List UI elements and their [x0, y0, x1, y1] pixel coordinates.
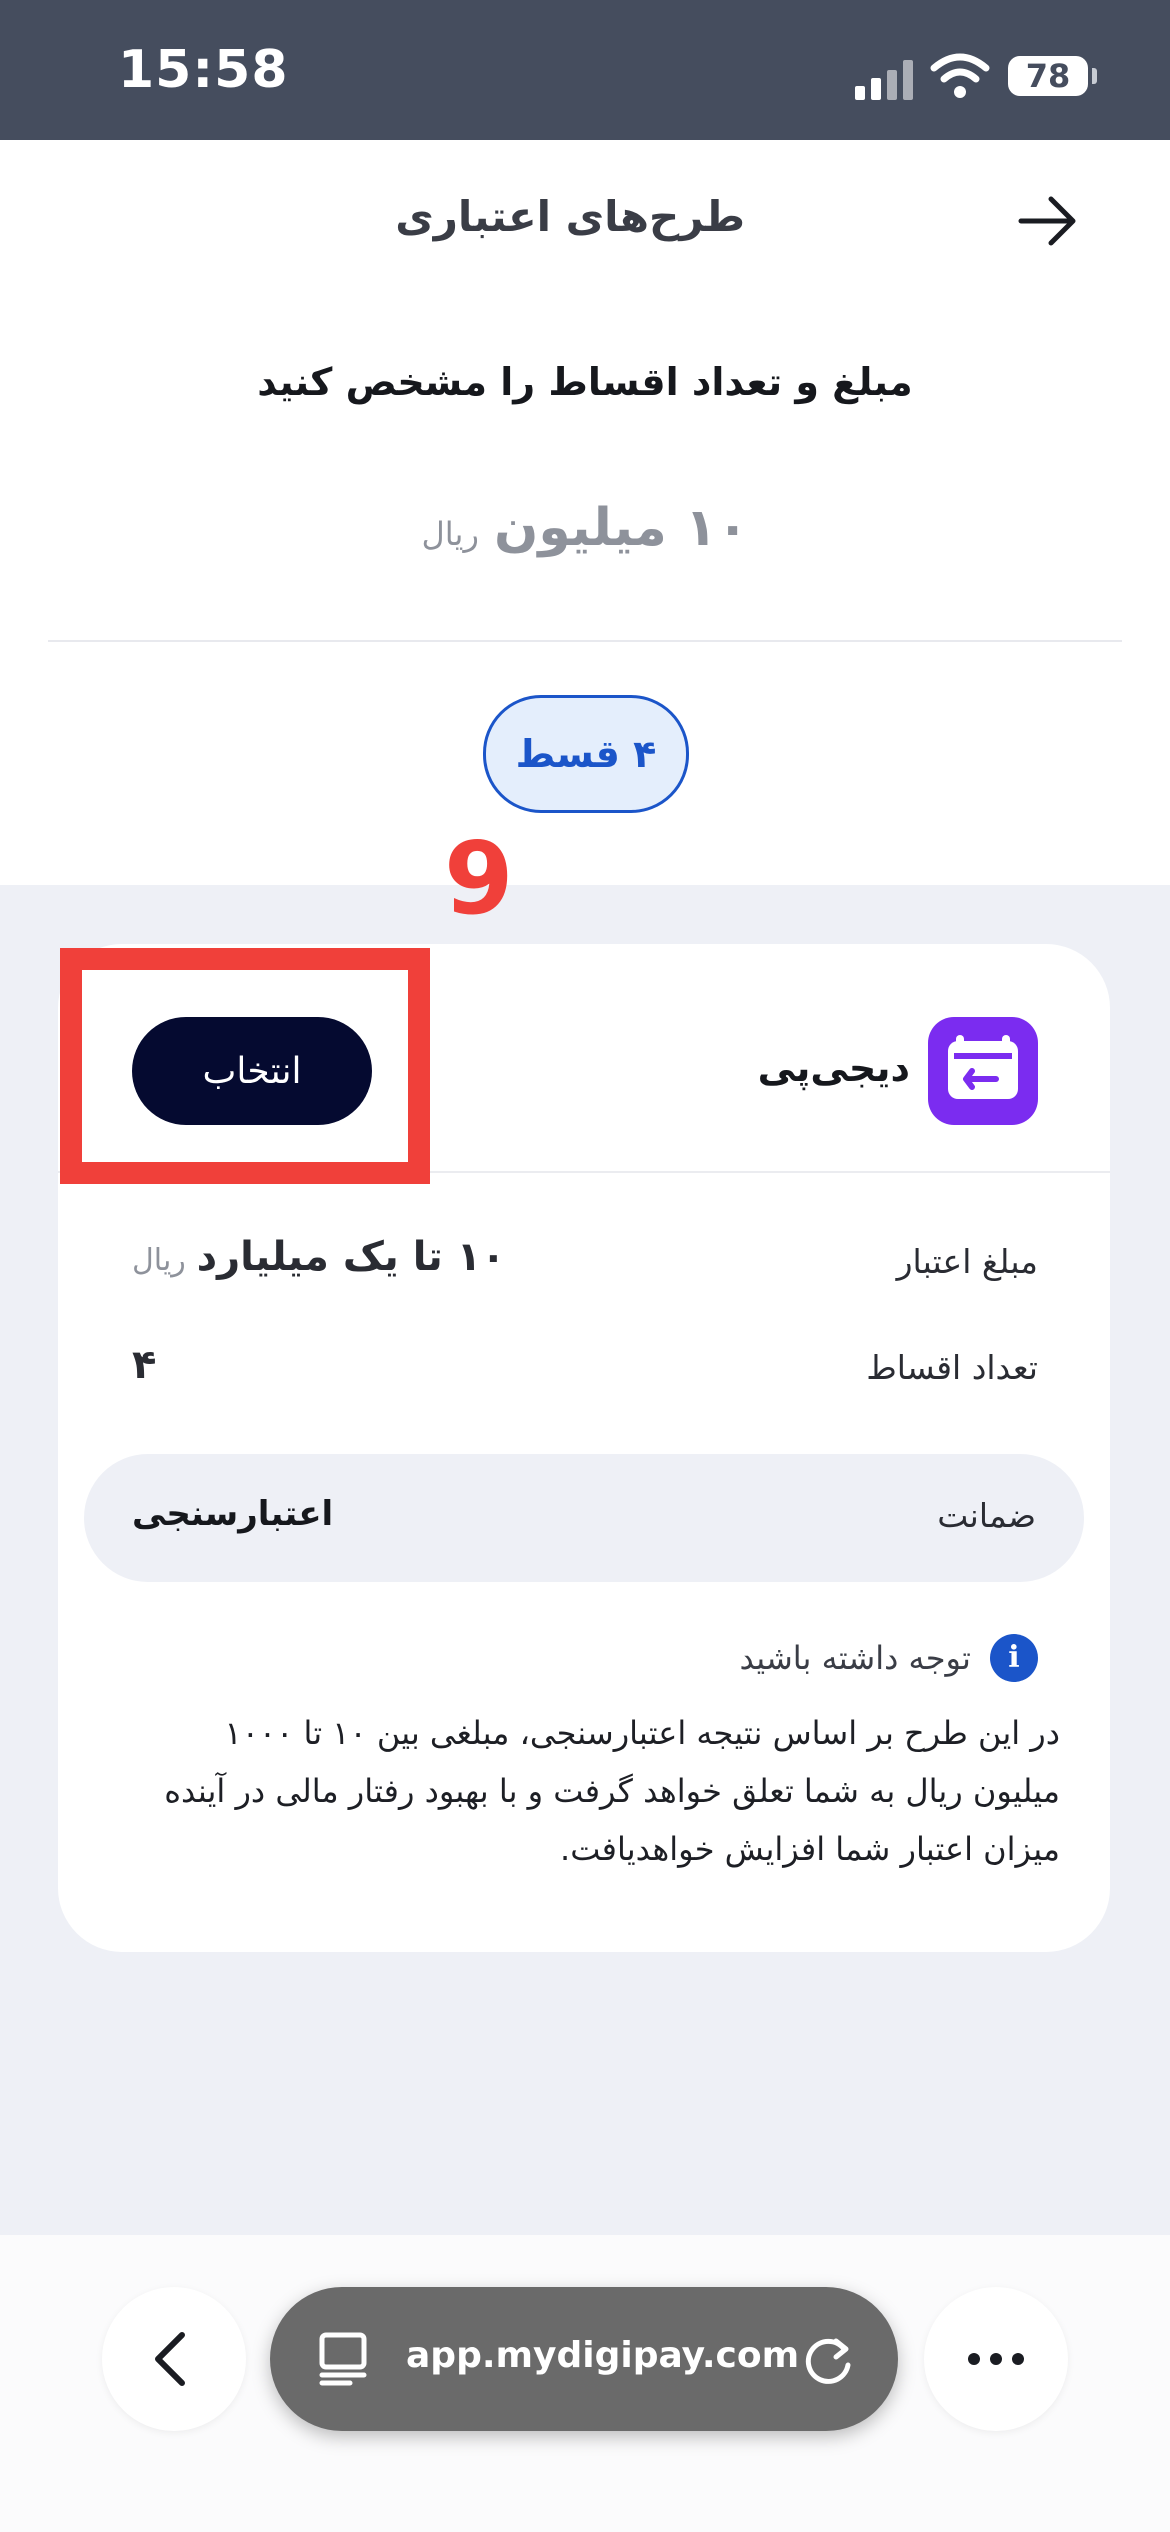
brand-name: دیجی‌پی [757, 1046, 910, 1090]
more-icon [968, 2353, 1024, 2365]
page-title: طرح‌های اعتباری [395, 192, 745, 241]
reload-icon[interactable] [800, 2331, 858, 2389]
annotation-step-number: 9 [444, 820, 514, 937]
divider [48, 640, 1122, 642]
credit-amount-range: ۱۰ تا یک میلیارد [196, 1234, 506, 1280]
chevron-left-icon [155, 2332, 185, 2386]
installments-chip[interactable]: ۴ قسط [483, 695, 689, 813]
status-bar: 15:58 78 [0, 0, 1170, 140]
amount-value: ۱۰ میلیون [494, 498, 749, 558]
info-icon: i [990, 1634, 1038, 1682]
tabs-icon[interactable] [314, 2329, 374, 2389]
guarantee-value: اعتبارسنجی [132, 1494, 334, 1534]
url-text: app.mydigipay.com [406, 2335, 800, 2376]
installments-count-label: تعداد اقساط [866, 1348, 1038, 1387]
section-subtitle: مبلغ و تعداد اقساط را مشخص کنید [257, 360, 913, 404]
note-body: در این طرح بر اساس نتیجه اعتبارسنجی، مبل… [164, 1714, 1060, 1868]
note-header: i توجه داشته باشید [739, 1634, 1038, 1684]
guarantee-label: ضمانت [937, 1496, 1036, 1535]
digipay-logo [928, 1017, 1038, 1125]
more-options-button[interactable] [924, 2287, 1068, 2431]
wallet-logo-icon [948, 1035, 1018, 1099]
credit-amount-unit: ریال [132, 1243, 186, 1278]
annotation-highlight-box [60, 948, 430, 1184]
credit-amount-label: مبلغ اعتبار [896, 1242, 1038, 1281]
installments-count-number: ۴ [132, 1342, 157, 1388]
wifi-icon [930, 53, 990, 98]
back-arrow-icon[interactable] [1015, 193, 1081, 249]
address-bar[interactable]: app.mydigipay.com [270, 2287, 898, 2431]
note-title: توجه داشته باشید [739, 1639, 971, 1677]
installments-count-value: ۴ [132, 1342, 156, 1388]
cellular-signal-icon [855, 58, 917, 100]
browser-back-button[interactable] [102, 2287, 246, 2431]
battery-indicator: 78 [1008, 56, 1097, 96]
amount-unit: ریال [421, 515, 479, 553]
credit-amount-value: ۱۰ تا یک میلیارد ریال [132, 1234, 506, 1280]
status-time: 15:58 [118, 40, 289, 100]
guarantee-row: ضمانت اعتبارسنجی [84, 1454, 1084, 1582]
amount-display[interactable]: ۱۰ میلیون ریال [0, 498, 1170, 558]
